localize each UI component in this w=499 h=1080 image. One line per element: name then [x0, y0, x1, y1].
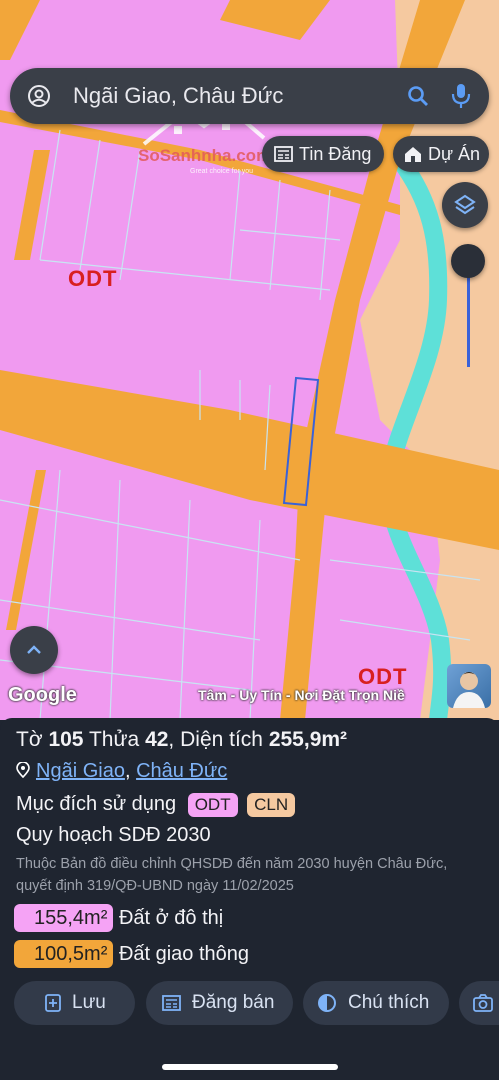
plot-number: 42 — [145, 728, 169, 751]
layers-button[interactable] — [442, 182, 488, 228]
parcel-title: Tờ 105 Thửa 42, Diện tích 255,9m² — [16, 728, 348, 751]
newspaper-icon — [162, 995, 181, 1011]
land-use-purpose: Mục đích sử dụng ODT CLN — [16, 793, 296, 817]
microphone-icon[interactable] — [450, 82, 472, 110]
sheet-number: 105 — [48, 728, 84, 751]
area-label-transport: Đất giao thông — [118, 943, 250, 965]
purpose-label: Mục đích sử dụng — [16, 793, 177, 815]
legend-label: Chú thích — [348, 992, 430, 1013]
save-label: Lưu — [72, 992, 106, 1013]
post-for-sale-button[interactable]: Đăng bán — [146, 981, 293, 1025]
sheet-label: Tờ — [16, 728, 43, 751]
plan-title: Quy hoạch SDĐ 2030 — [16, 824, 211, 846]
area-value: 255,9m² — [268, 728, 348, 751]
bookmark-add-icon — [45, 994, 61, 1012]
area-label-residential: Đất ở đô thị — [118, 907, 224, 929]
area-row-transport: 100,5m² Đất giao thông — [14, 940, 249, 970]
area-label: Diện tích — [180, 728, 263, 751]
purpose-badge-odt: ODT — [187, 793, 238, 817]
search-bar[interactable]: Ngãi Giao, Châu Đức — [10, 68, 489, 124]
search-icon[interactable] — [406, 84, 430, 108]
newspaper-icon — [274, 146, 293, 162]
location-line: Ngãi Giao, Châu Đức — [16, 760, 227, 783]
plot-label: Thửa — [88, 728, 140, 751]
person-icon — [453, 672, 485, 708]
legend-button[interactable]: Chú thích — [303, 981, 449, 1025]
google-attribution: Google — [8, 684, 77, 706]
commune-link[interactable]: Ngãi Giao — [36, 760, 125, 782]
house-icon — [405, 147, 421, 162]
projects-chip[interactable]: Dự Án — [393, 136, 489, 172]
map-credit: Tâm - Uy Tín - Nơi Đặt Trọn Niề — [198, 687, 405, 703]
projects-label: Dự Án — [428, 144, 481, 164]
post-for-sale-label: Đăng bán — [192, 992, 275, 1013]
watermark-tagline: Great choice for you — [190, 168, 254, 175]
watermark-brand: SoSanhnha.com — [138, 146, 272, 165]
area-value-transport: 100,5m² — [14, 940, 114, 968]
search-input[interactable]: Ngãi Giao, Châu Đức — [73, 83, 283, 109]
plan-note: Thuộc Bản đồ điều chỉnh QHSDĐ đến năm 20… — [16, 856, 448, 894]
listings-chip[interactable]: Tin Đăng — [262, 136, 384, 172]
layers-icon — [454, 194, 476, 215]
camera-button[interactable] — [459, 981, 499, 1025]
purpose-badge-cln: CLN — [247, 793, 296, 817]
contrast-icon — [318, 994, 336, 1012]
expand-panel-button[interactable] — [10, 626, 58, 674]
account-circle-icon[interactable] — [27, 84, 51, 108]
area-row-residential: 155,4m² Đất ở đô thị — [14, 904, 223, 934]
save-button[interactable]: Lưu — [14, 981, 135, 1025]
area-value-residential: 155,4m² — [14, 904, 114, 932]
chevron-up-icon — [27, 645, 41, 654]
home-indicator[interactable] — [162, 1064, 338, 1070]
add-photo-icon — [473, 994, 493, 1012]
location-separator: , — [124, 760, 131, 782]
location-pin-icon — [16, 761, 30, 779]
zone-label-odt: ODT — [68, 266, 118, 291]
avatar[interactable] — [447, 664, 491, 708]
opacity-slider-handle[interactable] — [451, 244, 485, 278]
district-link[interactable]: Châu Đức — [136, 760, 227, 782]
listings-label: Tin Đăng — [299, 144, 372, 164]
